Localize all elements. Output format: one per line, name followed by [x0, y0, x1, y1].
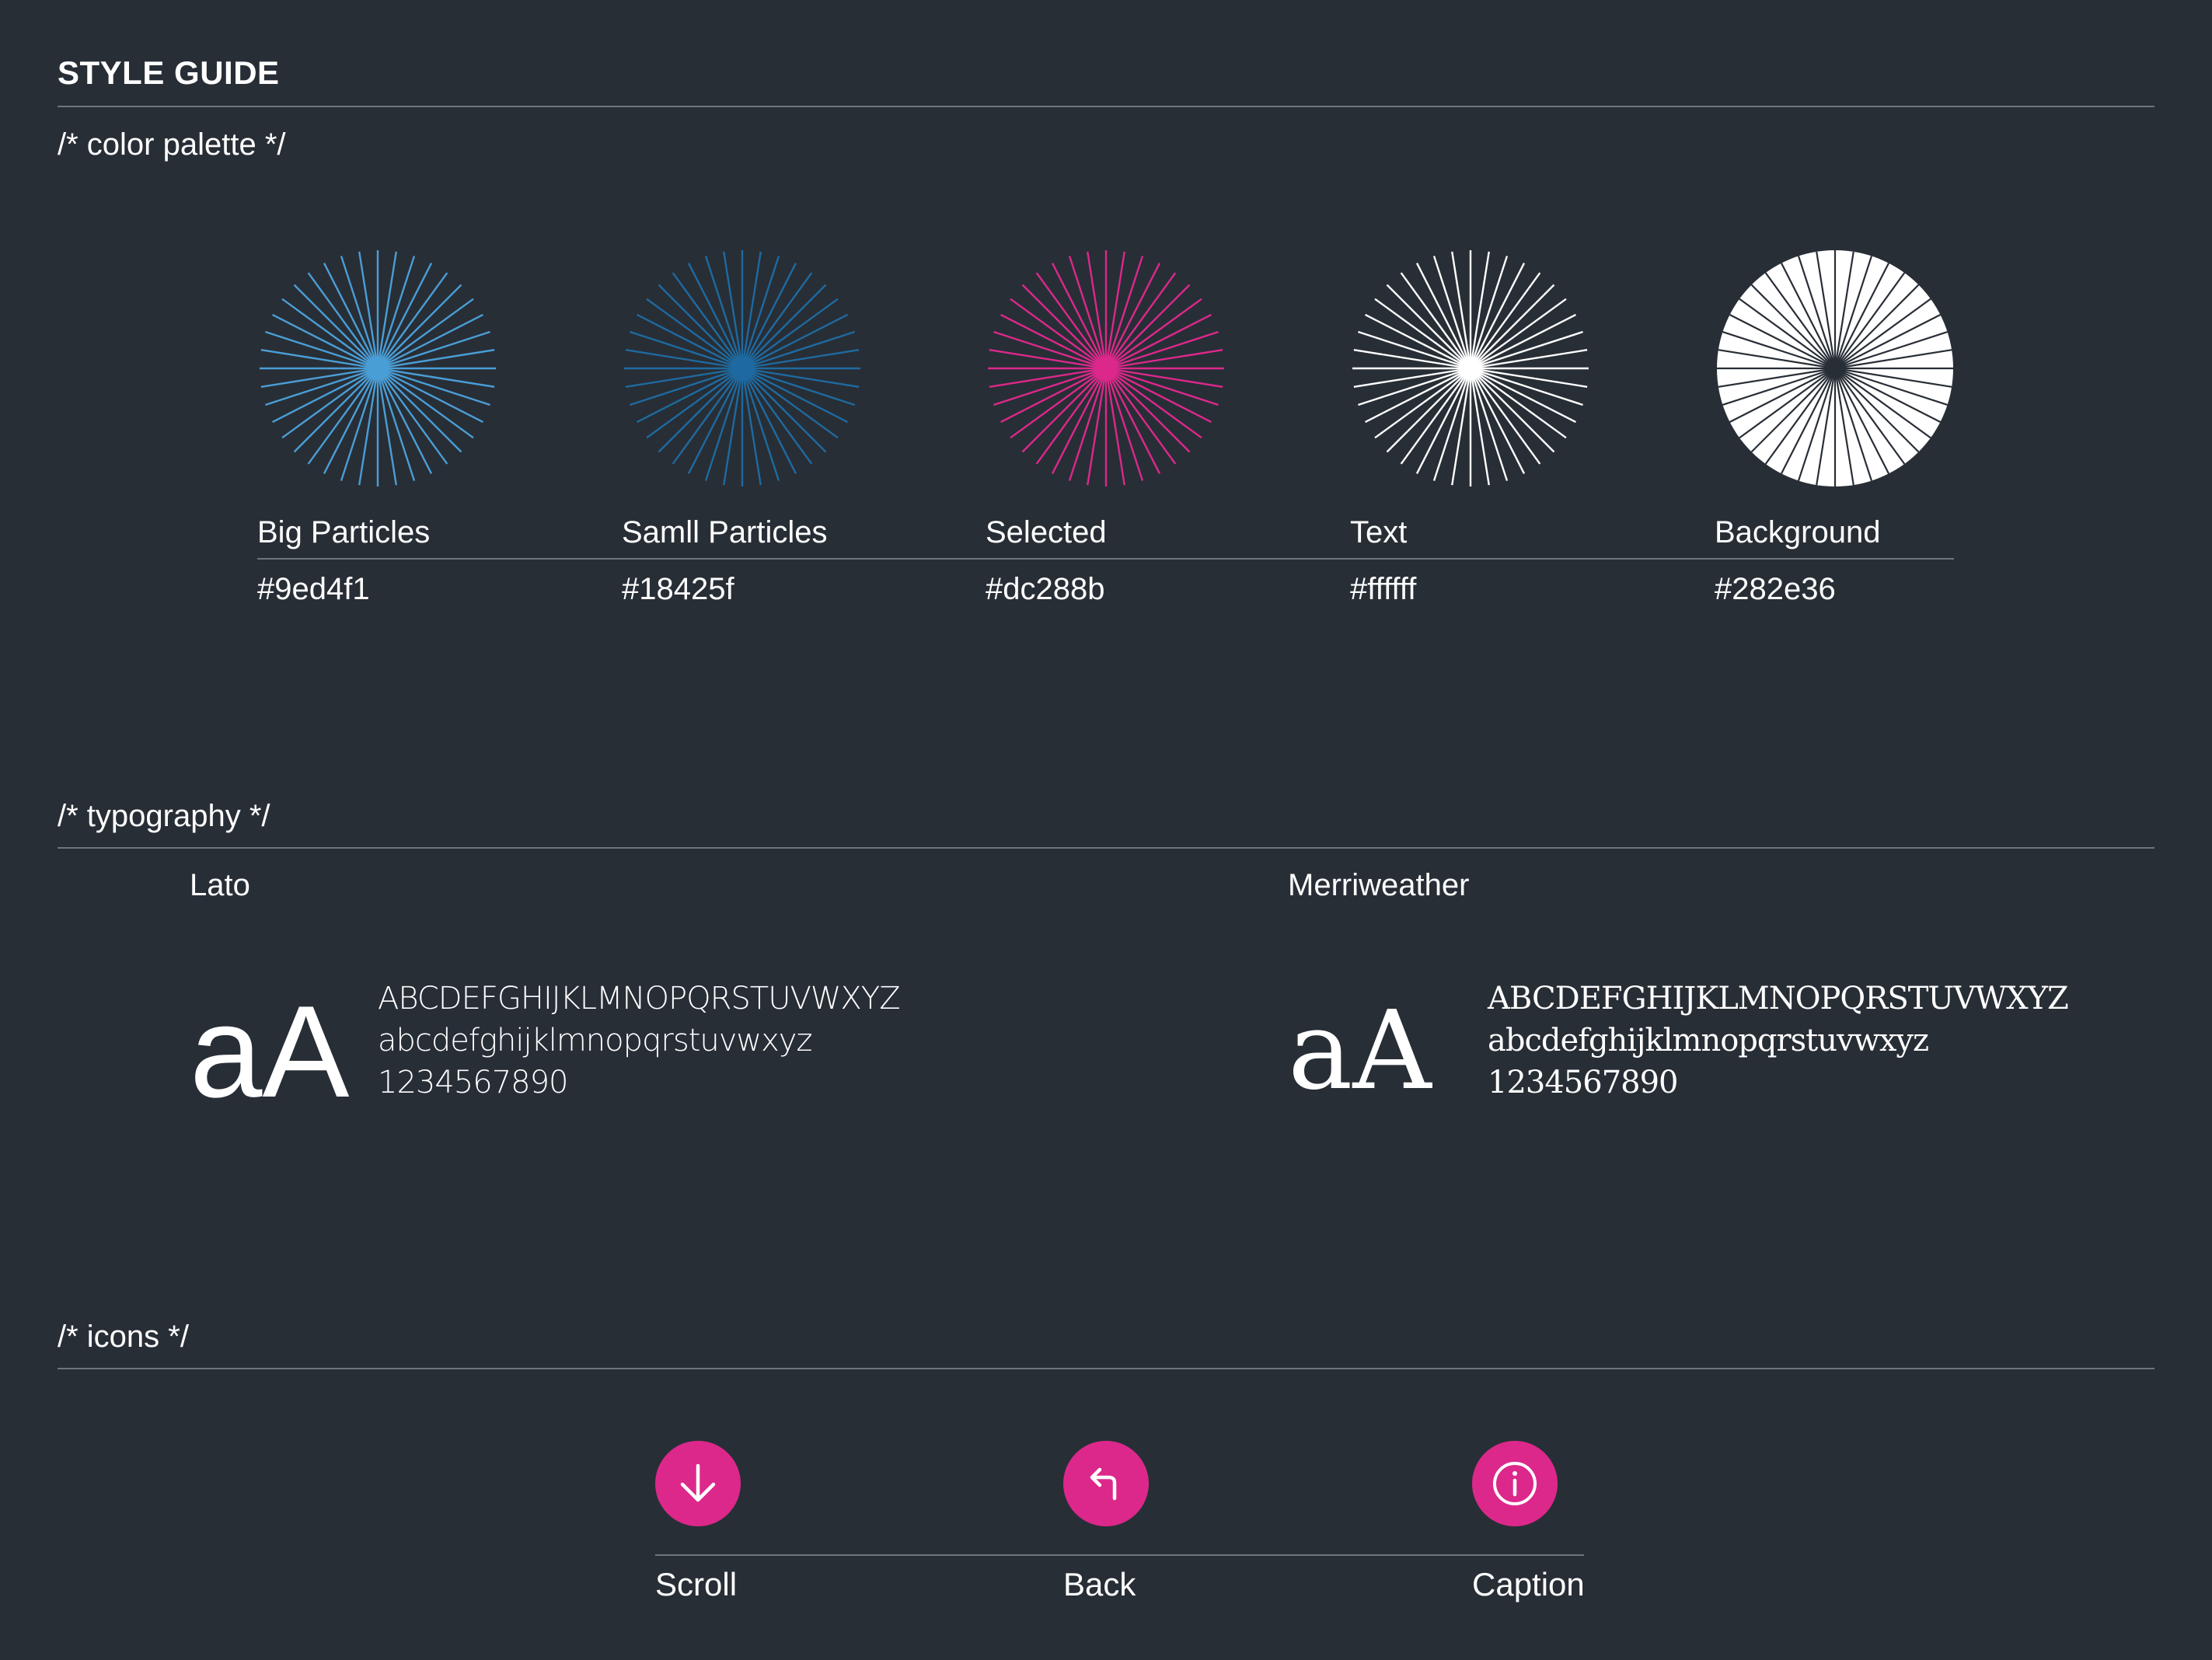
- burst-ray: [658, 284, 743, 369]
- swatch-name-text: Text: [1350, 515, 1408, 549]
- icon-label-back: Back: [1063, 1566, 1136, 1602]
- burst-ray: [672, 368, 743, 465]
- burst-center: [1464, 361, 1478, 375]
- burst-ray: [1105, 368, 1191, 453]
- burst-center: [735, 361, 749, 375]
- swatch-hex-big-particles: #9ed4f1: [257, 572, 370, 606]
- swatch-name-selected: Selected: [986, 515, 1107, 549]
- burst-ray: [1374, 368, 1471, 439]
- burst-ray: [646, 368, 743, 439]
- back-button[interactable]: [1063, 1441, 1149, 1526]
- swatch-hex-selected: #dc288b: [986, 572, 1105, 606]
- burst-ray: [1470, 272, 1541, 369]
- icons-label-divider: [655, 1554, 1584, 1556]
- icon-label-caption: Caption: [1472, 1566, 1585, 1602]
- burst-ray: [377, 272, 448, 369]
- burst-ray: [741, 368, 813, 465]
- burst-ray: [1386, 284, 1471, 369]
- burst-ray: [1035, 272, 1107, 369]
- swatch-hex-text: #ffffff: [1350, 572, 1417, 606]
- icons-divider: [58, 1368, 2154, 1369]
- burst-ray: [1400, 272, 1471, 369]
- header-divider: [58, 106, 2154, 107]
- burst-ray: [377, 298, 474, 369]
- burst-ray: [1400, 368, 1471, 465]
- swatch-burst-small-particles: [624, 250, 860, 486]
- swatch-burst-text: [1352, 250, 1589, 486]
- burst-ray: [1470, 284, 1555, 369]
- lato-lowercase: abcdefghijklmnopqrstuvwxyz: [378, 1023, 812, 1058]
- swatch-name-background: Background: [1715, 515, 1881, 549]
- lato-digits: 1234567890: [378, 1065, 568, 1100]
- font-name-lato: Lato: [190, 868, 250, 902]
- merriweather-lowercase: abcdefghijklmnopqrstuvwxyz: [1488, 1023, 1929, 1058]
- burst-center: [1830, 363, 1840, 374]
- font-name-merriweather: Merriweather: [1288, 868, 1470, 902]
- burst-ray: [672, 272, 743, 369]
- burst-ray: [307, 368, 379, 465]
- burst-ray: [377, 368, 462, 453]
- swatch-burst-big-particles: [260, 250, 496, 486]
- burst-ray: [741, 298, 839, 369]
- burst-center: [1099, 361, 1113, 375]
- caption-button[interactable]: [1472, 1441, 1558, 1526]
- merriweather-uppercase: ABCDEFGHIJKLMNOPQRSTUVWXYZ: [1488, 981, 2069, 1017]
- burst-ray: [1105, 272, 1177, 369]
- burst-ray: [1374, 298, 1471, 369]
- swatch-hex-background: #282e36: [1715, 572, 1836, 606]
- burst-ray: [646, 298, 743, 369]
- burst-ray: [1105, 368, 1177, 465]
- burst-ray: [741, 284, 827, 369]
- burst-ray: [307, 272, 379, 369]
- burst-ray: [1021, 368, 1107, 453]
- burst-ray: [293, 368, 379, 453]
- burst-ray: [293, 284, 379, 369]
- burst-ray: [1470, 368, 1555, 453]
- lato-uppercase: ABCDEFGHIJKLMNOPQRSTUVWXYZ: [378, 981, 901, 1017]
- burst-ray: [281, 298, 379, 369]
- burst-ray: [741, 368, 827, 453]
- swatch-name-big-particles: Big Particles: [257, 515, 431, 549]
- swatch-burst-selected: [988, 250, 1224, 486]
- palette-divider: [257, 558, 1954, 560]
- info-icon: [1493, 1462, 1537, 1505]
- burst-ray: [1010, 368, 1107, 439]
- typography-heading: /* typography */: [58, 799, 270, 833]
- icon-label-scroll: Scroll: [655, 1566, 738, 1602]
- burst-ray: [741, 272, 813, 369]
- burst-ray: [1010, 298, 1107, 369]
- lato-sample-glyphs: aA: [190, 978, 350, 1125]
- burst-ray: [1470, 368, 1541, 465]
- scroll-button[interactable]: [655, 1441, 741, 1526]
- burst-ray: [1470, 298, 1567, 369]
- burst-ray: [377, 284, 462, 369]
- burst-center: [371, 361, 385, 375]
- swatch-burst-background: [1717, 250, 1953, 486]
- burst-ray: [1021, 284, 1107, 369]
- page-title: STYLE GUIDE: [58, 54, 280, 91]
- burst-ray: [1105, 298, 1202, 369]
- icons-heading: /* icons */: [58, 1320, 189, 1354]
- arrow-down-icon: [680, 1463, 716, 1502]
- burst-ray: [1470, 368, 1567, 439]
- back-arrow-icon: [1090, 1467, 1117, 1501]
- burst-ray: [377, 368, 474, 439]
- color-palette-heading: /* color palette */: [58, 127, 286, 162]
- swatch-name-small-particles: Samll Particles: [622, 515, 828, 549]
- burst-ray: [741, 368, 839, 439]
- typography-divider: [58, 847, 2154, 849]
- burst-ray: [281, 368, 379, 439]
- merriweather-digits: 1234567890: [1488, 1065, 1678, 1100]
- burst-ray: [658, 368, 743, 453]
- burst-ray: [1035, 368, 1107, 465]
- swatch-hex-small-particles: #18425f: [622, 572, 734, 606]
- burst-ray: [377, 368, 448, 465]
- burst-ray: [1386, 368, 1471, 453]
- burst-ray: [1105, 368, 1202, 439]
- burst-ray: [1105, 284, 1191, 369]
- merriweather-sample-glyphs: aA: [1288, 988, 1432, 1114]
